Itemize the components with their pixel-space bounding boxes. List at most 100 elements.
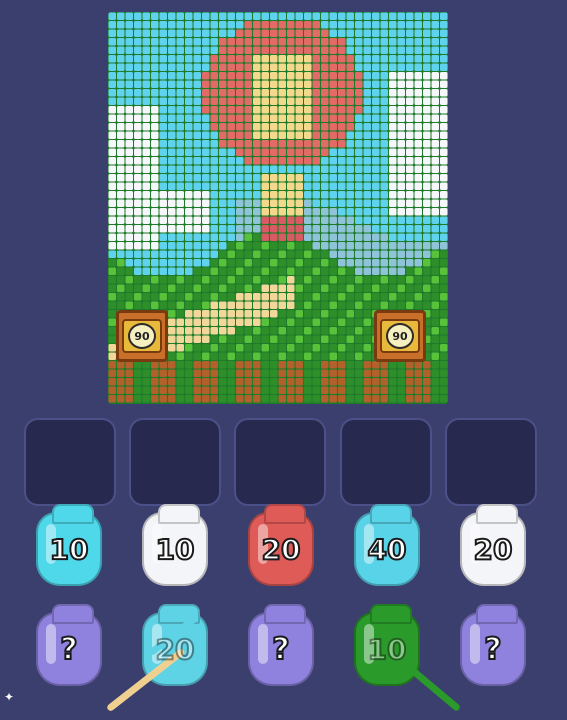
pixel-block (338, 148, 346, 156)
pixel-block (176, 114, 184, 122)
pixel-block (278, 63, 286, 71)
pixel-block (270, 225, 278, 233)
holding-slot-1[interactable] (24, 418, 116, 506)
holding-slot-5[interactable] (445, 418, 537, 506)
pixel-block (406, 38, 414, 46)
pixel-art-board[interactable]: 90 90 (108, 12, 448, 404)
pixel-block (295, 378, 303, 386)
pixel-block (440, 157, 448, 165)
pixel-block (117, 267, 125, 275)
pixel-block (159, 191, 167, 199)
pixel-block (193, 301, 201, 309)
pixel-block (210, 182, 218, 190)
pixel-block (304, 182, 312, 190)
paint-jar[interactable]: 40 (354, 504, 420, 586)
pixel-block (423, 148, 431, 156)
pixel-block (287, 182, 295, 190)
pixel-block (355, 301, 363, 309)
pixel-block (244, 148, 252, 156)
pixel-block (346, 114, 354, 122)
jar-count: 20 (261, 532, 302, 567)
pixel-block (159, 131, 167, 139)
pixel-block (304, 63, 312, 71)
mystery-jar[interactable]: ? (36, 604, 102, 686)
pixel-block (193, 97, 201, 105)
pixel-block (219, 250, 227, 258)
paint-jar[interactable]: 20 (460, 504, 526, 586)
pixel-block (346, 131, 354, 139)
pixel-block (312, 395, 320, 403)
pixel-block (134, 208, 142, 216)
pixel-block (193, 310, 201, 318)
pixel-block (338, 352, 346, 360)
pixel-block (380, 395, 388, 403)
pixel-block (338, 174, 346, 182)
pixel-block (321, 310, 329, 318)
pixel-block (380, 301, 388, 309)
pixel-block (287, 301, 295, 309)
pixel-block (176, 276, 184, 284)
pixel-block (431, 369, 439, 377)
pixel-block (397, 148, 405, 156)
pixel-block (363, 63, 371, 71)
pixel-block (185, 182, 193, 190)
pixel-block (253, 29, 261, 37)
pixel-block (270, 148, 278, 156)
pixel-block (346, 242, 354, 250)
pixel-block (321, 131, 329, 139)
pixel-block (304, 174, 312, 182)
pixel-block (312, 318, 320, 326)
pixel-block (363, 301, 371, 309)
pixel-block (219, 29, 227, 37)
mystery-jar[interactable]: ? (248, 604, 314, 686)
pixel-block (312, 72, 320, 80)
pixel-block (389, 208, 397, 216)
pixel-block (227, 335, 235, 343)
paint-jar[interactable]: 20 (248, 504, 314, 586)
pixel-block (414, 80, 422, 88)
paint-jar[interactable]: 10 (36, 504, 102, 586)
pixel-block (287, 106, 295, 114)
holding-slot-4[interactable] (340, 418, 432, 506)
pixel-block (346, 276, 354, 284)
pixel-block (278, 395, 286, 403)
pixel-block (244, 284, 252, 292)
pixel-block (244, 123, 252, 131)
pixel-block (389, 284, 397, 292)
pixel-block (159, 80, 167, 88)
pixel-block (295, 63, 303, 71)
pixel-block (372, 242, 380, 250)
paint-jar[interactable]: 10 (142, 504, 208, 586)
holding-slot-3[interactable] (234, 418, 326, 506)
mystery-jar[interactable]: ? (460, 604, 526, 686)
pixel-block (304, 38, 312, 46)
pixel-block (244, 276, 252, 284)
pixel-block (321, 157, 329, 165)
pixel-block (117, 208, 125, 216)
holding-slot-2[interactable] (129, 418, 221, 506)
pixel-block (423, 293, 431, 301)
pixel-block (210, 369, 218, 377)
pixel-block (151, 182, 159, 190)
pixel-block (261, 97, 269, 105)
pixel-block (193, 293, 201, 301)
pixel-block (210, 301, 218, 309)
pixel-block (193, 157, 201, 165)
pixel-block (134, 12, 142, 20)
pixel-block (338, 89, 346, 97)
pixel-block (202, 165, 210, 173)
pixel-block (236, 284, 244, 292)
pixel-block (108, 225, 116, 233)
pixel-block (185, 301, 193, 309)
pixel-block (219, 97, 227, 105)
pixel-block (210, 114, 218, 122)
pixel-block (210, 395, 218, 403)
pixel-block (125, 29, 133, 37)
pixel-block (253, 174, 261, 182)
pixel-block (108, 267, 116, 275)
pixel-block (261, 225, 269, 233)
locked-crate-right[interactable]: 90 (374, 310, 426, 362)
pixel-block (380, 80, 388, 88)
locked-crate-left[interactable]: 90 (116, 310, 168, 362)
pixel-block (236, 123, 244, 131)
